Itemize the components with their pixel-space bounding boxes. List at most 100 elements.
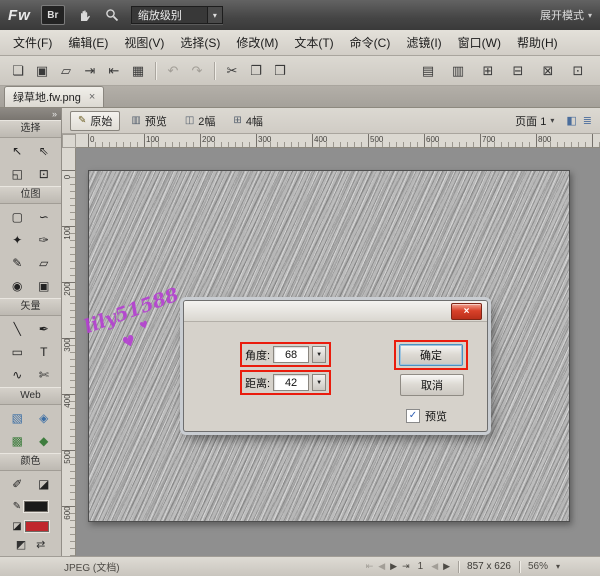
close-icon: × [464,306,470,317]
chevron-down-icon[interactable]: ▾ [207,7,222,23]
tab-original[interactable]: ✎ 原始 [70,111,120,131]
menu-item-commands[interactable]: 命令(C) [343,31,398,54]
swap-colors-icon[interactable]: ⇄ [36,538,45,551]
new-document-icon[interactable]: ❏ [8,61,28,81]
preview-checkbox[interactable]: ✓ [406,409,420,423]
subselection-tool[interactable]: ⇖ [32,139,56,162]
redo-icon[interactable]: ↷ [187,61,207,81]
rectangle-hotspot-tool[interactable]: ▧ [5,406,29,429]
polygon-hotspot-tool[interactable]: ◈ [32,406,56,429]
slice-tool[interactable]: ▩ [5,429,29,452]
distance-label: 距离: [245,375,270,391]
close-button[interactable]: × [451,303,482,320]
ok-button[interactable]: 确定 [399,344,463,366]
distance-spinner[interactable]: ▼ [312,374,326,391]
eraser-tool[interactable]: ▱ [32,251,56,274]
zoom-percentage[interactable]: 56% [528,561,548,572]
polygon-slice-tool[interactable]: ◆ [32,429,56,452]
distance-input[interactable]: 42 [273,374,309,391]
freeform-tool[interactable]: ∿ [5,363,29,386]
next-page-icon[interactable]: ▶ [390,561,397,572]
cancel-button[interactable]: 取消 [400,374,464,396]
ruler-tick-label: 300 [63,336,73,354]
menu-item-filters[interactable]: 滤镜(I) [399,31,448,54]
paste-icon[interactable]: ❒ [270,61,290,81]
import-icon[interactable]: ⇥ [80,61,100,81]
pen-tool[interactable]: ✒ [32,317,56,340]
stroke-color-control[interactable]: ✎ [0,496,61,516]
hand-tool-icon[interactable] [75,6,93,24]
open-icon[interactable]: ▱ [56,61,76,81]
align-icon[interactable]: ⊠ [538,61,558,81]
menu-item-modify[interactable]: 修改(M) [229,31,285,54]
bridge-button[interactable]: Br [41,5,65,25]
undo-icon[interactable]: ↶ [163,61,183,81]
pointer-tool[interactable]: ↖ [5,139,29,162]
menu-item-window[interactable]: 窗口(W) [451,31,508,54]
chevron-down-icon: ▾ [588,11,592,20]
magic-wand-tool[interactable]: ✦ [5,228,29,251]
line-tool[interactable]: ╲ [5,317,29,340]
collapse-panel-icon[interactable]: » [52,110,57,119]
marquee-tool[interactable]: ▢ [5,205,29,228]
first-page-icon[interactable]: ⇤ [366,561,374,572]
preview-checkbox-row[interactable]: ✓ 预览 [406,408,447,424]
text-tool[interactable]: T [32,340,56,363]
export-icon[interactable]: ⇤ [104,61,124,81]
document-tab[interactable]: 绿草地.fw.png × [4,86,104,107]
ungroup-icon[interactable]: ⊟ [508,61,528,81]
last-page-icon[interactable]: ⇥ [402,561,410,572]
scale-tool[interactable]: ◱ [5,162,29,185]
fill-color-swatch[interactable] [25,521,49,532]
expand-mode-dropdown[interactable]: 展开模式 ▾ [540,7,592,23]
arrange-icon[interactable]: ⊡ [568,61,588,81]
menu-item-edit[interactable]: 编辑(E) [61,31,115,54]
menu-item-help[interactable]: 帮助(H) [510,31,565,54]
pencil-tool[interactable]: ✎ [5,251,29,274]
cut-icon[interactable]: ✂ [222,61,242,81]
status-separator [519,561,520,573]
default-colors-icon[interactable]: ◩ [16,538,26,551]
blur-tool[interactable]: ◉ [5,274,29,297]
menu-item-text[interactable]: 文本(T) [287,31,340,54]
page-preview-icon[interactable]: ◧ [566,114,576,127]
zoom-level-dropdown[interactable]: 缩放级别 ▾ [131,6,223,24]
eyedropper-tool[interactable]: ✐ [5,472,29,495]
previous-frame-icon[interactable]: ◀ [431,561,438,572]
states-panel-icon[interactable]: ▥ [448,61,468,81]
tab-2up[interactable]: ◫ 2幅 [178,112,223,130]
next-frame-icon[interactable]: ▶ [443,561,450,572]
print-icon[interactable]: ▦ [128,61,148,81]
save-icon[interactable]: ▣ [32,61,52,81]
tab-4up[interactable]: ⊞ 4幅 [226,112,270,130]
menu-item-view[interactable]: 视图(V) [117,31,171,54]
page-options-icon[interactable]: ≣ [583,114,592,127]
rectangle-tool[interactable]: ▭ [5,340,29,363]
pencil-icon: ✎ [78,115,86,126]
chevron-down-icon[interactable]: ▾ [556,562,560,571]
menu-item-select[interactable]: 选择(S) [173,31,227,54]
lasso-tool[interactable]: ∽ [32,205,56,228]
page-selector[interactable]: 页面 1 ▾ [515,113,554,129]
previous-page-icon[interactable]: ◀ [378,561,385,572]
paint-bucket-tool[interactable]: ◪ [32,472,56,495]
menu-item-file[interactable]: 文件(F) [6,31,59,54]
group-icon[interactable]: ⊞ [478,61,498,81]
zoom-tool-icon[interactable] [103,6,121,24]
tab-preview[interactable]: ▥ 预览 [124,112,173,130]
copy-icon[interactable]: ❐ [246,61,266,81]
knife-tool[interactable]: ✄ [32,363,56,386]
angle-spinner[interactable]: ▼ [312,346,326,363]
rubber-stamp-tool[interactable]: ▣ [32,274,56,297]
spinner-arrow-icon: ▼ [316,380,322,386]
angle-input[interactable]: 68 [273,346,309,363]
fill-color-control[interactable]: ◪ [0,516,61,536]
close-tab-icon[interactable]: × [89,92,95,103]
stroke-color-swatch[interactable] [24,501,48,512]
dialog-titlebar[interactable]: × [184,301,487,322]
brush-tool[interactable]: ✑ [32,228,56,251]
document-title: 绿草地.fw.png [13,89,81,105]
pages-panel-icon[interactable]: ▤ [418,61,438,81]
panel-header[interactable]: » [0,108,61,120]
crop-tool[interactable]: ⊡ [32,162,56,185]
